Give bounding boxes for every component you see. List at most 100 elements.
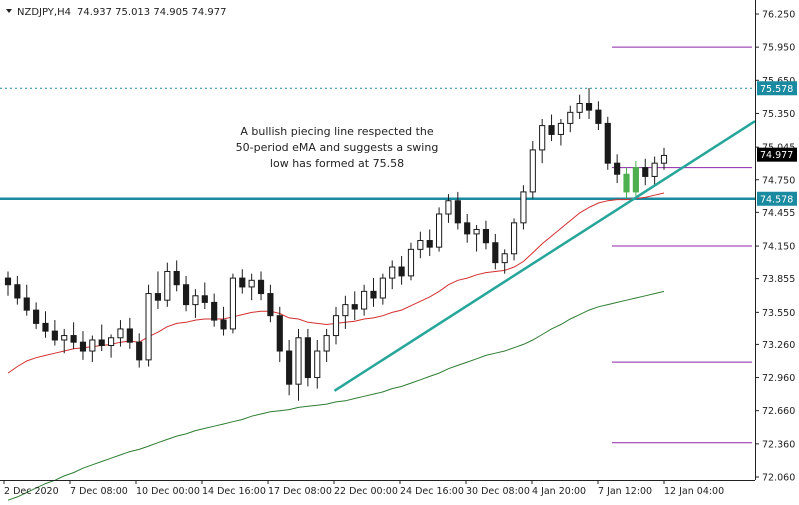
price-tick-label: 73.855 bbox=[762, 274, 795, 285]
price-tick-label: 74.750 bbox=[762, 175, 795, 186]
candle-body bbox=[567, 111, 574, 124]
candle-body bbox=[436, 213, 443, 248]
candle-55 bbox=[510, 218, 518, 261]
candle-body bbox=[126, 328, 133, 343]
candle-body bbox=[501, 253, 508, 264]
candle-body bbox=[61, 335, 68, 341]
candle-body bbox=[585, 103, 593, 111]
candle-body bbox=[389, 266, 396, 279]
candle-body bbox=[623, 173, 630, 193]
candle-body bbox=[117, 328, 124, 339]
candle-body bbox=[14, 284, 21, 299]
candle-body bbox=[323, 335, 330, 352]
time-tick-label: 2 Dec 2020 bbox=[4, 486, 59, 497]
time-tick-label: 14 Dec 16:00 bbox=[202, 486, 266, 497]
symbol-info: NZDJPY,H4 bbox=[17, 7, 71, 18]
candle-body bbox=[314, 350, 321, 379]
candle-body bbox=[201, 295, 208, 303]
candle-body bbox=[604, 122, 611, 164]
price-tick-label: 76.250 bbox=[762, 10, 795, 21]
candle-body bbox=[220, 319, 227, 330]
time-tick-label: 7 Jan 12:00 bbox=[598, 486, 652, 497]
candle-16 bbox=[145, 284, 152, 367]
candle-body bbox=[370, 290, 377, 299]
candle-65 bbox=[604, 116, 611, 170]
time-tick-label: 24 Dec 16:00 bbox=[400, 486, 464, 497]
price-tick-label: 72.360 bbox=[762, 439, 795, 450]
candle-body bbox=[145, 293, 152, 361]
candle-body bbox=[417, 240, 424, 250]
candle-body bbox=[332, 315, 340, 337]
time-tick-label: 17 Dec 08:00 bbox=[268, 486, 332, 497]
price-tick-label: 74.150 bbox=[762, 242, 795, 253]
candle-body bbox=[351, 304, 358, 310]
candle-body bbox=[79, 341, 87, 352]
resistance-price-tag-label: 75.578 bbox=[760, 84, 793, 95]
candle-body bbox=[4, 277, 12, 286]
candle-body bbox=[576, 103, 583, 113]
time-tick-label: 30 Dec 08:00 bbox=[466, 486, 530, 497]
price-tick-label: 73.550 bbox=[762, 308, 795, 319]
candle-body bbox=[464, 222, 471, 235]
candle-body bbox=[70, 335, 77, 343]
candle-body bbox=[529, 149, 536, 193]
candle-body bbox=[154, 293, 162, 301]
candle-body bbox=[51, 330, 58, 341]
candle-body bbox=[182, 284, 190, 306]
time-tick-label: 7 Dec 08:00 bbox=[70, 486, 128, 497]
candle-body bbox=[342, 304, 349, 317]
candle-body bbox=[473, 228, 480, 235]
candle-body bbox=[192, 295, 199, 306]
candle-body bbox=[614, 162, 621, 175]
candle-body bbox=[304, 337, 311, 379]
candle-body bbox=[211, 301, 218, 321]
annotation-line-3: low has formed at 75.58 bbox=[270, 157, 404, 170]
candle-body bbox=[548, 125, 555, 135]
candle-body bbox=[651, 162, 658, 177]
chart-window: A bullish piecing line respected the 50-… bbox=[0, 0, 799, 501]
candle-body bbox=[482, 228, 490, 244]
candle-body bbox=[642, 167, 649, 177]
price-tick-label: 75.350 bbox=[762, 109, 795, 120]
candle-body bbox=[454, 200, 461, 224]
candle-body bbox=[660, 154, 668, 164]
candle-body bbox=[445, 200, 452, 215]
candle-body bbox=[257, 279, 265, 295]
candle-57 bbox=[529, 141, 536, 199]
time-tick-label: 12 Jan 04:00 bbox=[664, 486, 724, 497]
candle-body bbox=[557, 122, 564, 135]
time-tick-label: 4 Jan 20:00 bbox=[532, 486, 586, 497]
annotation-line-2: 50-period eMA and suggests a swing bbox=[236, 141, 439, 154]
support-price-tag-label: 74.578 bbox=[760, 194, 793, 205]
candle-56 bbox=[520, 185, 527, 230]
price-tick-label: 75.950 bbox=[762, 43, 795, 54]
candle-body bbox=[295, 337, 302, 385]
candle-body bbox=[89, 339, 96, 352]
time-tick-label: 22 Dec 00:00 bbox=[334, 486, 398, 497]
candle-body bbox=[164, 270, 171, 301]
current-price-tag-label: 74.977 bbox=[760, 150, 793, 161]
candle-body bbox=[239, 277, 246, 288]
candle-body bbox=[108, 337, 115, 347]
candle-body bbox=[398, 266, 405, 277]
time-tick-label: 10 Dec 00:00 bbox=[136, 486, 200, 497]
candle-body bbox=[426, 240, 433, 248]
candle-33 bbox=[304, 328, 311, 387]
chart-header: NZDJPY,H4 74.937 75.013 74.905 74.977 bbox=[6, 7, 227, 18]
candle-body bbox=[276, 315, 283, 352]
candle-body bbox=[33, 309, 40, 324]
candle-body bbox=[539, 125, 546, 151]
candle-body bbox=[492, 242, 499, 264]
candle-25 bbox=[229, 273, 236, 334]
candle-body bbox=[98, 339, 105, 347]
price-tick-label: 72.060 bbox=[762, 473, 795, 484]
price-tick-label: 73.260 bbox=[762, 340, 795, 351]
price-tick-label: 72.660 bbox=[762, 406, 795, 417]
candle-body bbox=[632, 167, 639, 193]
candle-body bbox=[520, 191, 527, 224]
candle-body bbox=[407, 248, 415, 277]
candle-body bbox=[267, 293, 274, 317]
price-chart[interactable]: A bullish piecing line respected the 50-… bbox=[0, 0, 799, 501]
candle-body bbox=[42, 322, 49, 332]
candle-body bbox=[510, 222, 518, 255]
